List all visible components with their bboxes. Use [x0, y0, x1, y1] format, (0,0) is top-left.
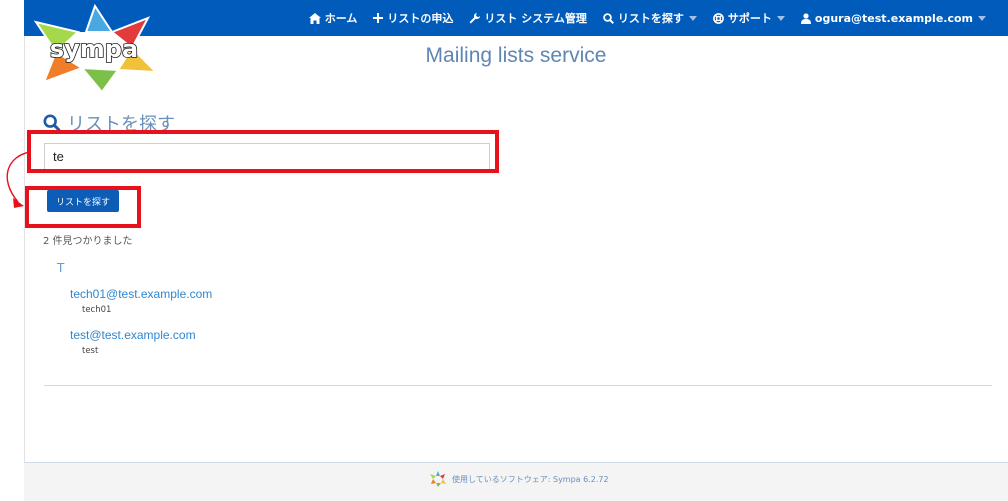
result-count: 2 件見つかりました: [43, 236, 133, 247]
nav-home-label: ホーム: [324, 12, 358, 25]
caret-down-icon: [776, 15, 785, 21]
results-divider: [44, 385, 992, 386]
nav-user-label: ogura@test.example.com: [814, 11, 973, 25]
plus-icon: [373, 13, 384, 23]
support-icon: [713, 12, 724, 24]
nav-request-list-label: リストの申込: [387, 12, 454, 25]
nav-request-list[interactable]: リストの申込: [365, 0, 461, 36]
page-container: [24, 0, 1008, 501]
list-description: tech01: [82, 305, 112, 315]
user-icon: [800, 12, 811, 24]
search-icon: [603, 12, 614, 24]
list-link-test[interactable]: test@test.example.com: [70, 328, 196, 342]
footer: 使用しているソフトウェア: Sympa 6.2.72: [24, 462, 1008, 501]
list-link-tech01[interactable]: tech01@test.example.com: [70, 287, 212, 301]
sympa-mini-logo-icon: [430, 471, 446, 487]
highlight-box-input: [27, 130, 499, 173]
highlight-box-button: [25, 186, 141, 228]
footer-text[interactable]: 使用しているソフトウェア: Sympa 6.2.72: [452, 474, 609, 485]
nav-search-lists[interactable]: リストを探す: [595, 0, 705, 36]
home-icon: [308, 12, 321, 24]
site-title: Mailing lists service: [425, 44, 607, 67]
group-letter: T: [57, 261, 65, 275]
nav-support-label: サポート: [727, 12, 772, 25]
nav-user[interactable]: ogura@test.example.com: [793, 0, 994, 36]
nav-admin[interactable]: リスト システム管理: [461, 0, 595, 36]
caret-down-icon: [978, 15, 986, 21]
list-description: test: [82, 346, 99, 356]
nav-search-lists-label: リストを探す: [617, 12, 684, 25]
main-nav: ホーム リストの申込 リスト システム管理 リストを探す サポート ogura@…: [301, 0, 994, 36]
nav-support[interactable]: サポート: [705, 0, 793, 36]
nav-admin-label: リスト システム管理: [484, 12, 587, 25]
wrench-icon: [469, 12, 481, 23]
nav-home[interactable]: ホーム: [301, 0, 366, 36]
caret-down-icon: [688, 15, 697, 21]
footer-content: 使用しているソフトウェア: Sympa 6.2.72: [430, 471, 609, 487]
top-navbar: ホーム リストの申込 リスト システム管理 リストを探す サポート ogura@…: [24, 0, 1008, 36]
annotation-arrow-icon: [6, 151, 31, 208]
